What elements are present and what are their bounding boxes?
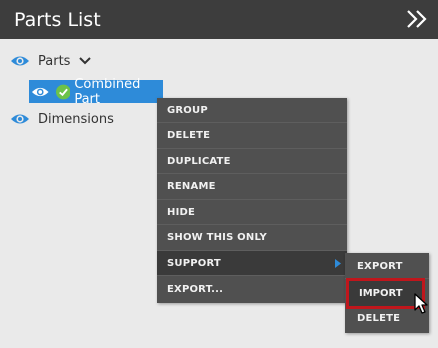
mouse-pointer-icon [414, 293, 428, 314]
context-menu: GROUP DELETE DUPLICATE RENAME HIDE SHOW … [157, 98, 347, 303]
tree-label-parts: Parts [38, 53, 71, 69]
menu-item-hide[interactable]: HIDE [157, 200, 347, 225]
tree-row-combined-part[interactable]: Combined Part [29, 77, 163, 107]
menu-item-support-label: SUPPORT [167, 257, 221, 269]
caret-right-icon [335, 259, 341, 268]
double-chevron-right-icon[interactable] [406, 9, 428, 29]
menu-item-support[interactable]: SUPPORT [157, 251, 347, 276]
menu-item-duplicate[interactable]: DUPLICATE [157, 149, 347, 174]
tree-row-dimensions[interactable]: Dimensions [10, 108, 114, 130]
menu-item-rename[interactable]: RENAME [157, 175, 347, 200]
panel-header: Parts List [0, 0, 438, 39]
eye-icon[interactable] [31, 85, 50, 99]
tree-label-combined-part: Combined Part [74, 76, 141, 107]
submenu-item-import-label: IMPORT [359, 288, 403, 299]
tree-row-parts[interactable]: Parts [10, 50, 92, 72]
eye-icon[interactable] [10, 112, 30, 126]
menu-item-show-this-only[interactable]: SHOW THIS ONLY [157, 226, 347, 251]
eye-icon[interactable] [10, 54, 30, 68]
panel-title: Parts List [14, 9, 101, 31]
submenu-item-export[interactable]: EXPORT [345, 254, 429, 279]
menu-item-delete[interactable]: DELETE [157, 124, 347, 149]
chevron-down-icon[interactable] [79, 56, 92, 66]
tree-label-dimensions: Dimensions [38, 111, 114, 127]
check-circle-icon [55, 84, 71, 99]
menu-item-group[interactable]: GROUP [157, 98, 347, 123]
menu-item-export[interactable]: EXPORT... [157, 277, 347, 302]
